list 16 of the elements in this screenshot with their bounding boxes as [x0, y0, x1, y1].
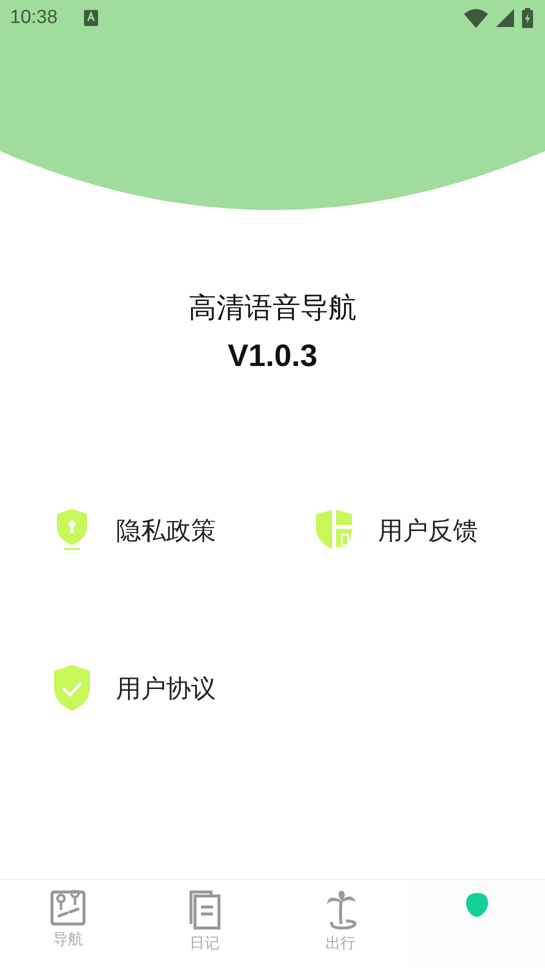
menu-item[interactable]: 用户协议 — [52, 663, 314, 713]
wifi-icon — [464, 8, 488, 28]
document-icon — [187, 890, 222, 930]
battery-icon — [522, 8, 533, 28]
check-shield-icon — [52, 665, 92, 711]
status-time: 10:38 — [10, 7, 58, 29]
app-version: V1.0.3 — [228, 337, 318, 375]
map-pin-icon — [50, 890, 86, 926]
signal-icon — [496, 9, 514, 27]
menu-item[interactable]: 用户反馈 — [314, 505, 545, 555]
blob-icon — [464, 892, 489, 918]
menu-item[interactable]: 隐私政策 — [52, 505, 314, 555]
shield-phone-icon — [315, 509, 353, 551]
app-name: 高清语音导航 — [188, 290, 356, 326]
keyboard-icon — [84, 10, 98, 26]
lock-shield-icon — [55, 509, 89, 551]
